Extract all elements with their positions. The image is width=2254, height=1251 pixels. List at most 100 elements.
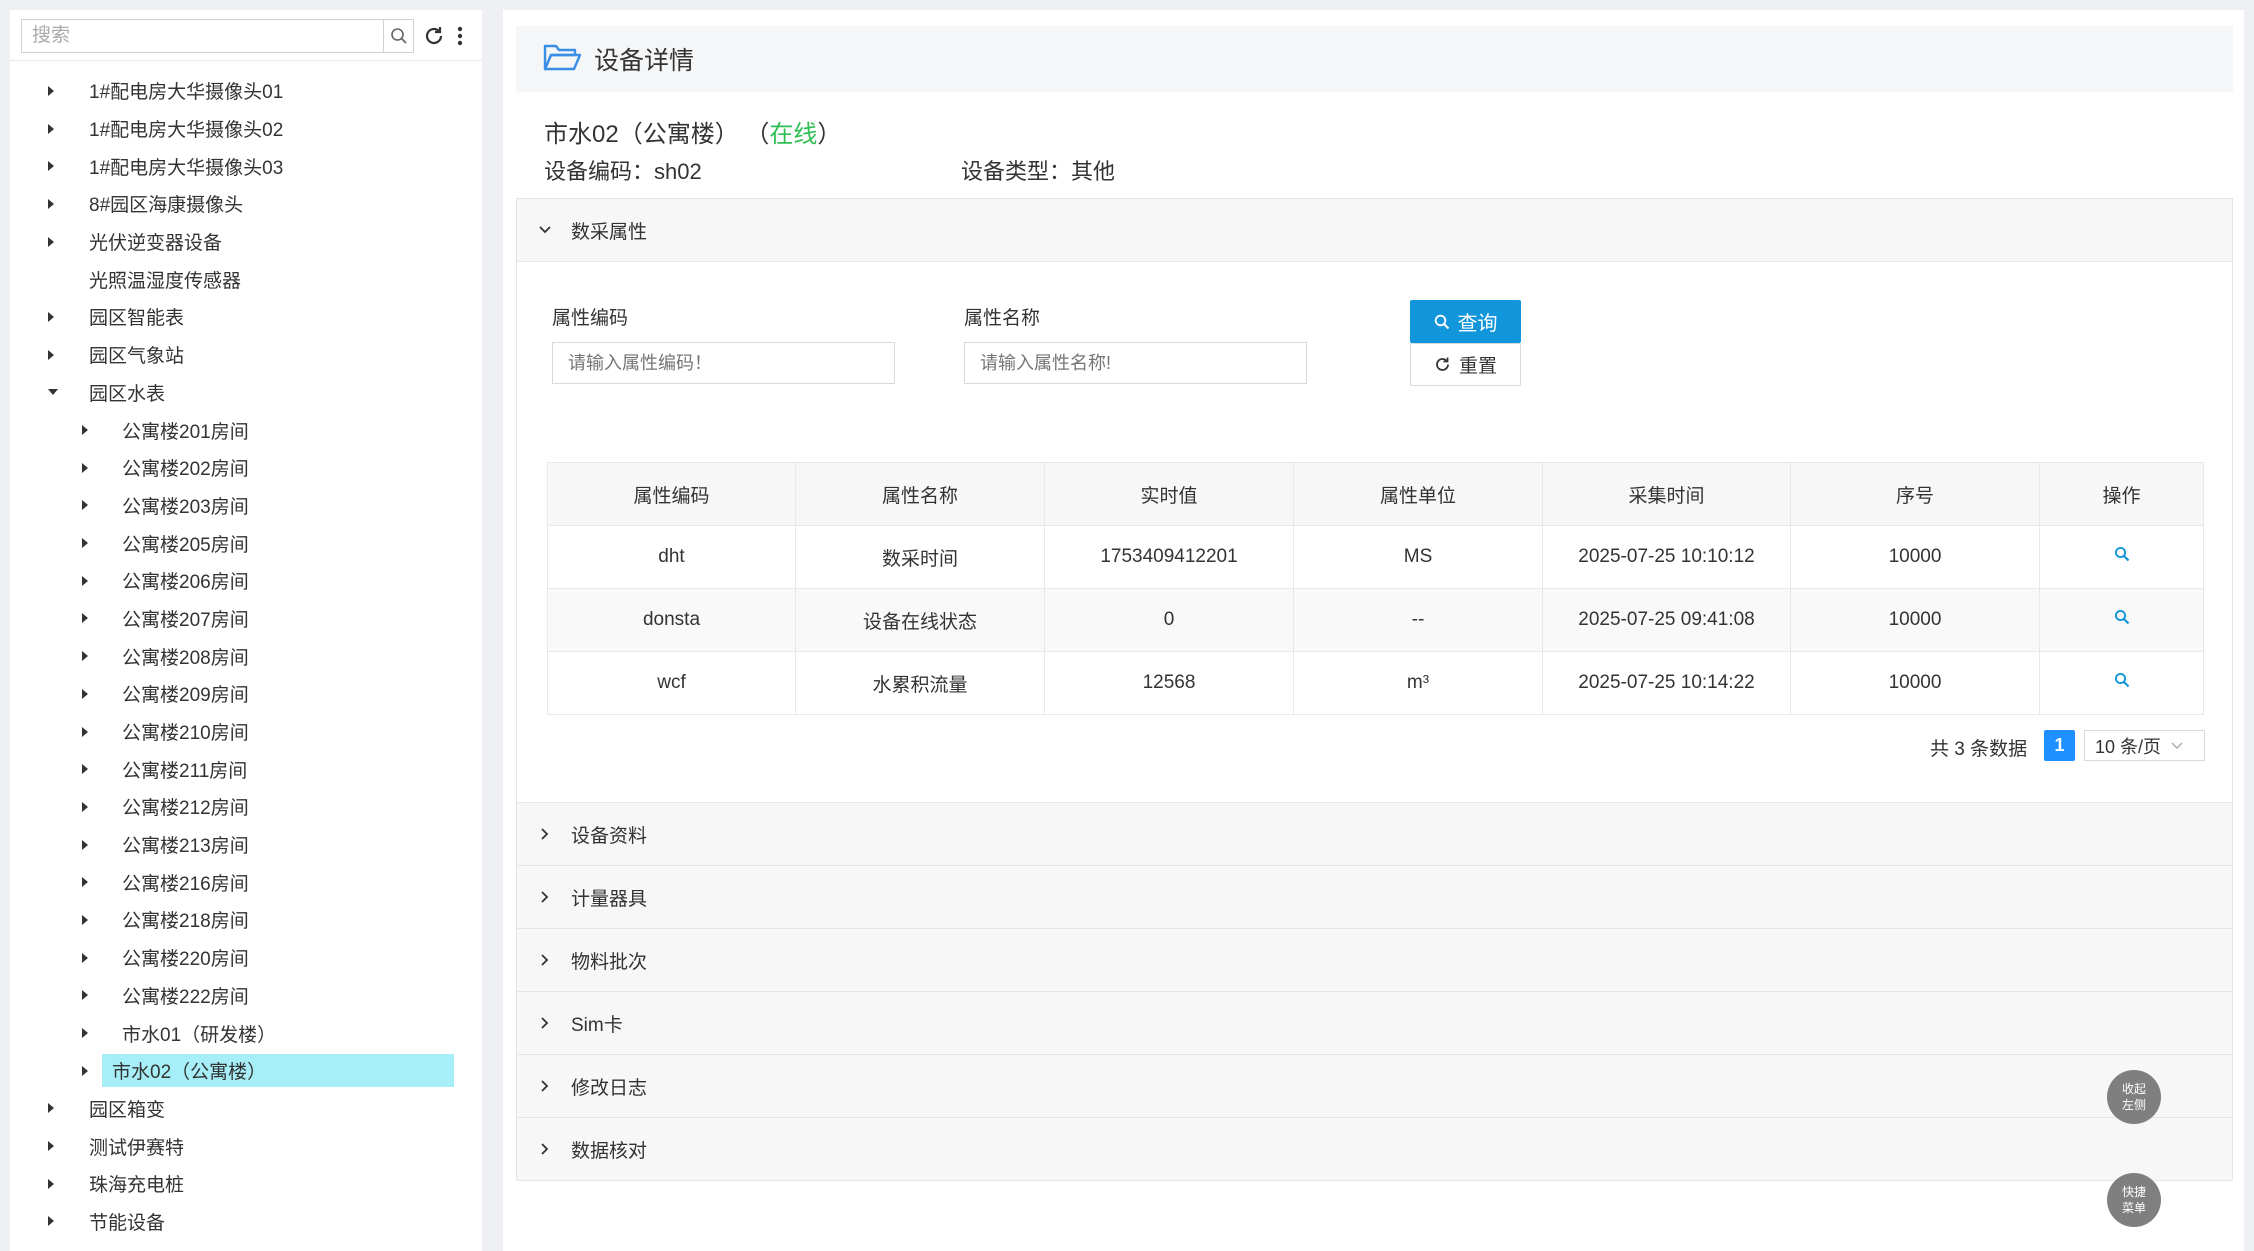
caret-right-icon[interactable] — [48, 311, 54, 322]
tree-node-label[interactable]: 公寓楼212房间 — [112, 790, 259, 823]
tree-node-label[interactable]: 公寓楼213房间 — [112, 828, 259, 861]
tree-node-label[interactable]: 珠海充电桩 — [79, 1167, 194, 1200]
caret-right-icon[interactable] — [48, 1103, 54, 1114]
tree-node[interactable]: 公寓楼222房间 — [10, 977, 482, 1015]
tree-node[interactable]: 公寓楼210房间 — [10, 713, 482, 751]
tree-node-label[interactable]: 1#配电房大华摄像头02 — [79, 112, 293, 145]
tree-node[interactable]: 8#园区海康摄像头 — [10, 185, 482, 223]
panel-header[interactable]: 设备资料 — [517, 803, 2232, 866]
tree-node[interactable]: 公寓楼216房间 — [10, 863, 482, 901]
tree-node-label[interactable]: 公寓楼205房间 — [112, 527, 259, 560]
view-detail-icon[interactable] — [2114, 672, 2130, 688]
caret-right-icon[interactable] — [48, 123, 54, 134]
quick-menu-button[interactable]: 快捷 菜单 — [2107, 1173, 2161, 1227]
tree-node[interactable]: 公寓楼209房间 — [10, 675, 482, 713]
tree-node-label[interactable]: 公寓楼202房间 — [112, 451, 259, 484]
page-size-select[interactable]: 10 条/页 — [2084, 730, 2205, 761]
search-icon[interactable] — [383, 20, 413, 52]
attr-name-input[interactable] — [964, 342, 1307, 384]
tree-node-label[interactable]: 1#配电房大华摄像头03 — [79, 150, 293, 183]
tree-node[interactable]: 公寓楼202房间 — [10, 449, 482, 487]
tree-node-label[interactable]: 园区水表 — [79, 376, 175, 409]
attr-code-input[interactable] — [552, 342, 895, 384]
caret-right-icon[interactable] — [82, 801, 88, 812]
tree-node[interactable]: 光伏逆变器设备 — [10, 223, 482, 261]
reset-button[interactable]: 重置 — [1410, 343, 1521, 386]
caret-right-icon[interactable] — [48, 85, 54, 96]
tree-node[interactable]: 公寓楼213房间 — [10, 826, 482, 864]
caret-right-icon[interactable] — [82, 462, 88, 473]
caret-right-icon[interactable] — [48, 349, 54, 360]
tree-node[interactable]: 公寓楼201房间 — [10, 411, 482, 449]
tree-node[interactable]: 园区气象站 — [10, 336, 482, 374]
caret-right-icon[interactable] — [82, 575, 88, 586]
caret-right-icon[interactable] — [82, 764, 88, 775]
caret-right-icon[interactable] — [82, 425, 88, 436]
tree-node-label[interactable]: 公寓楼216房间 — [112, 866, 259, 899]
data-attrs-header[interactable]: 数采属性 — [517, 199, 2232, 262]
view-detail-icon[interactable] — [2114, 609, 2130, 625]
caret-right-icon[interactable] — [48, 1178, 54, 1189]
tree-node-selected[interactable]: 市水02（公寓楼） — [10, 1052, 482, 1090]
panel-header[interactable]: 计量器具 — [517, 866, 2232, 929]
tree-node[interactable]: 园区智能表 — [10, 298, 482, 336]
tree-node-label[interactable]: 节能设备 — [79, 1205, 175, 1238]
tree-node-label[interactable]: 公寓楼208房间 — [112, 640, 259, 673]
caret-right-icon[interactable] — [48, 1141, 54, 1152]
tree-node[interactable]: 公寓楼205房间 — [10, 524, 482, 562]
view-detail-icon[interactable] — [2114, 546, 2130, 562]
tree-node-label[interactable]: 公寓楼220房间 — [112, 941, 259, 974]
caret-right-icon[interactable] — [82, 651, 88, 662]
caret-right-icon[interactable] — [48, 1216, 54, 1227]
tree-node[interactable]: 园区水表 — [10, 374, 482, 412]
tree-node[interactable]: 公寓楼203房间 — [10, 487, 482, 525]
tree-node-label[interactable]: 公寓楼201房间 — [112, 414, 259, 447]
collapse-left-button[interactable]: 收起 左侧 — [2107, 1070, 2161, 1124]
tree-node-label[interactable]: 市水02（公寓楼） — [102, 1054, 454, 1088]
tree-node-label[interactable]: 公寓楼218房间 — [112, 903, 259, 936]
caret-right-icon[interactable] — [82, 538, 88, 549]
tree-node[interactable]: 公寓楼218房间 — [10, 901, 482, 939]
caret-right-icon[interactable] — [82, 914, 88, 925]
tree-node[interactable]: 园区箱变 — [10, 1090, 482, 1128]
tree-node-label[interactable]: 公寓楼206房间 — [112, 564, 259, 597]
tree-node[interactable]: 测试伊赛特 — [10, 1127, 482, 1165]
tree-node[interactable]: 公寓楼220房间 — [10, 939, 482, 977]
tree-search-input[interactable] — [22, 21, 383, 51]
tree-node[interactable]: 珠海充电桩 — [10, 1165, 482, 1203]
panel-header[interactable]: Sim卡 — [517, 992, 2232, 1055]
pager-page-1[interactable]: 1 — [2044, 730, 2075, 761]
tree-node[interactable]: 1#配电房大华摄像头03 — [10, 147, 482, 185]
caret-right-icon[interactable] — [82, 613, 88, 624]
tree-node-label[interactable]: 光照温湿度传感器 — [79, 263, 251, 296]
tree-node-label[interactable]: 公寓楼211房间 — [112, 753, 257, 786]
tree-node[interactable]: 1#配电房大华摄像头02 — [10, 110, 482, 148]
tree-node-label[interactable]: 园区气象站 — [79, 338, 194, 371]
tree-node[interactable]: 节能设备 — [10, 1203, 482, 1241]
tree-node-label[interactable]: 园区箱变 — [79, 1092, 175, 1125]
tree-node-label[interactable]: 公寓楼207房间 — [112, 602, 259, 635]
caret-right-icon[interactable] — [82, 500, 88, 511]
tree-node-label[interactable]: 测试伊赛特 — [79, 1130, 194, 1163]
tree-node-label[interactable]: 公寓楼210房间 — [112, 715, 259, 748]
tree-node-label[interactable]: 市水01（研发楼） — [112, 1017, 286, 1050]
caret-right-icon[interactable] — [48, 198, 54, 209]
caret-right-icon[interactable] — [82, 839, 88, 850]
tree-node-label[interactable]: 公寓楼209房间 — [112, 677, 259, 710]
caret-right-icon[interactable] — [82, 726, 88, 737]
refresh-icon[interactable] — [417, 20, 451, 52]
query-button[interactable]: 查询 — [1410, 300, 1521, 343]
caret-right-icon[interactable] — [82, 877, 88, 888]
tree-node[interactable]: 公寓楼206房间 — [10, 562, 482, 600]
caret-right-icon[interactable] — [82, 952, 88, 963]
tree-node-label[interactable]: 光伏逆变器设备 — [79, 225, 232, 258]
caret-right-icon[interactable] — [82, 688, 88, 699]
caret-right-icon[interactable] — [82, 990, 88, 1001]
caret-right-icon[interactable] — [48, 236, 54, 247]
tree-node-label[interactable]: 公寓楼203房间 — [112, 489, 259, 522]
caret-right-icon[interactable] — [82, 1028, 88, 1039]
panel-header[interactable]: 数据核对 — [517, 1118, 2232, 1181]
tree-node[interactable]: 公寓楼212房间 — [10, 788, 482, 826]
more-vertical-icon[interactable] — [450, 20, 470, 52]
tree-node[interactable]: 市水01（研发楼） — [10, 1014, 482, 1052]
